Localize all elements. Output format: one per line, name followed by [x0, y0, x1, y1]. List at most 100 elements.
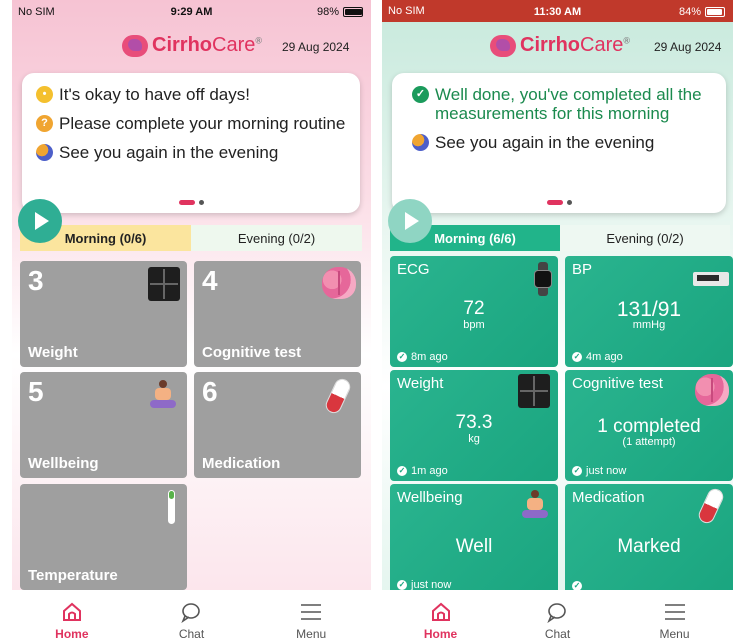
tile-unit: kg: [468, 433, 480, 445]
carousel-dot-active[interactable]: [178, 200, 195, 205]
status-bar: No SIM 9:29 AM 98%: [12, 0, 371, 22]
tile-timestamp: ✓ just now: [572, 465, 626, 477]
carousel-dot-active[interactable]: [546, 200, 563, 205]
tile-title: Medication: [572, 489, 645, 506]
battery-percent: 98%: [316, 6, 339, 18]
tile-label: Cognitive test: [202, 344, 302, 361]
message-item: ✓ Well done, you've completed all the me…: [412, 85, 706, 123]
pill-icon: [696, 486, 726, 526]
battery-icon: [705, 7, 725, 17]
message-item: See you again in the evening: [412, 133, 706, 152]
tile-title: Weight: [397, 375, 444, 392]
home-icon: [431, 602, 450, 621]
nav-home-label: Home: [423, 627, 458, 641]
app-logo: CirrhoCare®: [122, 34, 262, 57]
yoga-icon: [520, 488, 550, 520]
message-item: ? Please complete your morning routine: [36, 114, 346, 133]
tile-temperature[interactable]: Temperature: [20, 484, 187, 590]
tab-evening[interactable]: Evening (0/2): [560, 225, 730, 251]
battery-level: [345, 9, 362, 15]
tile-subtext: (1 attempt): [622, 436, 676, 448]
bottom-nav: Home Chat Menu: [12, 590, 371, 644]
tile-number: 3: [28, 265, 44, 296]
tile-title: Wellbeing: [397, 489, 463, 506]
morning-complete-screen: No SIM 11:30 AM 84% CirrhoCare® 29 Aug 2…: [382, 0, 733, 644]
yoga-body: [527, 498, 543, 510]
tile-timestamp: ✓ 8m ago: [397, 351, 448, 363]
chat-icon: [546, 603, 566, 623]
nav-home-label: Home: [55, 627, 89, 641]
message-item: • It's okay to have off days!: [36, 85, 346, 104]
tile-cognitive-test[interactable]: Cognitive test 1 completed (1 attempt) ✓…: [565, 370, 733, 481]
carousel-dot[interactable]: [566, 200, 572, 205]
battery-indicator: 84%: [679, 6, 725, 18]
tile-label: Weight: [28, 344, 78, 361]
message-text: See you again in the evening: [435, 133, 655, 152]
tile-wellbeing[interactable]: 5 Wellbeing: [20, 372, 187, 478]
watch-face: [534, 270, 552, 288]
tile-title: BP: [572, 261, 593, 278]
message-card[interactable]: ✓ Well done, you've completed all the me…: [392, 73, 726, 213]
play-button[interactable]: [388, 199, 432, 243]
registered-mark: ®: [623, 35, 630, 46]
yoga-legs: [150, 400, 176, 408]
play-icon: [35, 212, 49, 230]
nav-chat-label: Chat: [178, 627, 205, 641]
message-card[interactable]: • It's okay to have off days! ? Please c…: [22, 73, 360, 213]
tile-label: Medication: [202, 455, 281, 472]
tile-bp[interactable]: BP 131/91 mmHg ✓ 4m ago: [565, 256, 733, 367]
battery-percent: 84%: [678, 6, 701, 18]
morning-incomplete-screen: No SIM 9:29 AM 98% CirrhoCare® 29 Aug 20…: [12, 0, 371, 644]
battery-indicator: 98%: [317, 6, 363, 18]
tile-timestamp: ✓ 1m ago: [397, 465, 448, 477]
nav-menu[interactable]: Menu: [616, 590, 733, 644]
yoga-legs: [522, 510, 548, 518]
tile-timestamp: ✓ 4m ago: [572, 351, 623, 363]
nav-home[interactable]: Home: [12, 590, 132, 644]
yoga-body: [155, 388, 171, 400]
tile-ago: 1m ago: [411, 465, 448, 477]
tile-medication[interactable]: Medication Marked ✓: [565, 484, 733, 595]
chat-icon: [180, 603, 200, 623]
date-text: 29 Aug 2024: [654, 40, 722, 54]
nav-home[interactable]: Home: [382, 590, 499, 644]
carousel-dot[interactable]: [198, 200, 204, 205]
nav-chat[interactable]: Chat: [499, 590, 616, 644]
tile-medication[interactable]: 6 Medication: [194, 372, 361, 478]
thermometer-icon: [168, 490, 175, 524]
registered-mark: ®: [255, 35, 262, 46]
session-tabs: Morning (0/6) Evening (0/2): [20, 225, 362, 251]
play-button[interactable]: [18, 199, 62, 243]
check-icon: ✓: [572, 466, 582, 476]
check-icon: ✓: [412, 86, 429, 103]
carousel-dots[interactable]: [392, 200, 726, 205]
brand-name: CirrhoCare®: [520, 34, 630, 57]
tile-wellbeing[interactable]: Wellbeing Well ✓ just now: [390, 484, 558, 595]
nav-chat[interactable]: Chat: [132, 590, 252, 644]
tile-ago: 4m ago: [586, 351, 623, 363]
tile-value: Well: [455, 536, 493, 557]
tile-cognitive-test[interactable]: 4 Cognitive test: [194, 261, 361, 367]
yoga-head: [159, 380, 167, 388]
tab-evening[interactable]: Evening (0/2): [191, 225, 362, 251]
tile-weight[interactable]: Weight 73.3 kg ✓ 1m ago: [390, 370, 558, 481]
tile-weight[interactable]: 3 Weight: [20, 261, 187, 367]
tile-label: Wellbeing: [28, 455, 99, 472]
message-text: See you again in the evening: [59, 143, 279, 162]
brain-icon: [695, 374, 729, 406]
check-icon: ✓: [397, 466, 407, 476]
warning-icon: ?: [36, 115, 53, 132]
bottom-nav: Home Chat Menu: [382, 590, 733, 644]
nav-menu[interactable]: Menu: [251, 590, 371, 644]
check-icon: ✓: [397, 580, 407, 590]
tile-number: 6: [202, 376, 218, 407]
nav-menu-label: Menu: [296, 627, 327, 641]
smartwatch-icon: [534, 262, 552, 296]
home-icon: [62, 602, 81, 621]
worried-face-icon: •: [36, 86, 53, 103]
liver-logo-icon: [122, 34, 148, 57]
tile-ecg[interactable]: ECG 72 bpm ✓ 8m ago: [390, 256, 558, 367]
tile-ago: just now: [586, 465, 627, 477]
tile-value: 1 completed: [597, 416, 701, 437]
carousel-dots[interactable]: [22, 200, 360, 205]
